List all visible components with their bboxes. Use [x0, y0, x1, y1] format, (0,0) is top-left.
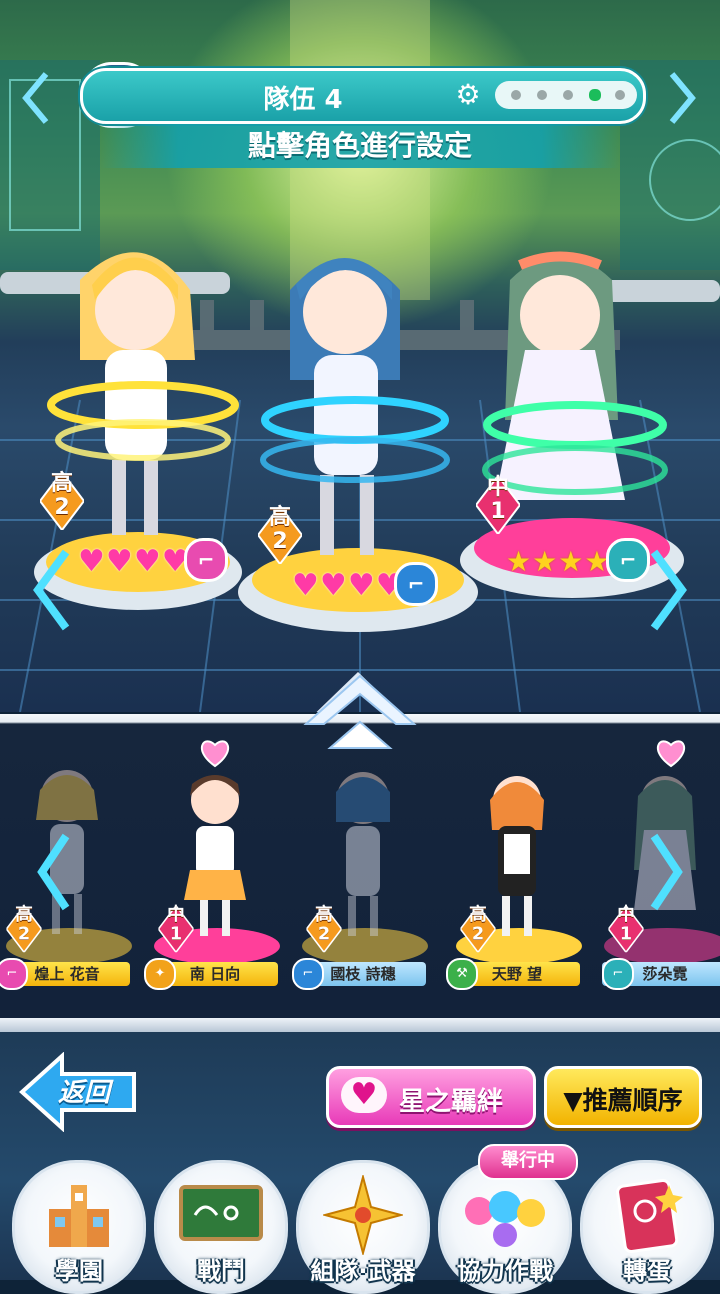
rank-label: 高 [315, 905, 333, 925]
gear-icon[interactable]: ⚙ [453, 80, 483, 110]
rank-label: 高 [50, 471, 73, 496]
rating-hearts: ♥ ♥ ♥ ♥ [78, 546, 189, 578]
party-slot-2[interactable]: 高 2 ♥ ♥ ♥ ♥ ⌐ [256, 240, 466, 620]
handgun-icon[interactable]: ⌐ [606, 538, 650, 582]
team-next-arrow-icon[interactable] [668, 70, 696, 126]
page-dot-2[interactable] [537, 90, 547, 100]
nav-gacha[interactable]: 轉蛋 [580, 1160, 714, 1294]
gacha-card-icon [616, 1178, 683, 1253]
wand-icon: ✦ [144, 958, 176, 990]
rank-level: 2 [272, 529, 288, 554]
rank-label: 中 [167, 905, 185, 925]
roster-card-1[interactable]: 高 2 煌上 花音 ⌐ [0, 740, 142, 990]
nav-school[interactable]: 學園 [12, 1160, 146, 1294]
co-op-balloons-icon [465, 1191, 545, 1247]
rank-badge: 中 1 [476, 476, 520, 534]
nav-team-weapon-label: 組隊·武器 [310, 1257, 416, 1285]
rank-badge: 高 2 [6, 905, 42, 953]
team-header-bar: 隊伍 4 ⚙ [80, 68, 646, 124]
heart-planet-icon: ♥ [341, 1077, 387, 1113]
rank-badge: 中 1 [158, 905, 194, 953]
heart-icon: ♥ [319, 568, 347, 603]
heart-icon: ♥ [133, 544, 161, 579]
rank-level: 1 [619, 924, 633, 945]
rank-badge: 高 2 [460, 905, 496, 953]
rank-label: 中 [486, 475, 509, 500]
sniper-icon[interactable]: ⌐ [184, 538, 228, 582]
nav-battle-label: 戰鬥 [197, 1257, 245, 1285]
handgun-icon[interactable]: ⌐ [394, 562, 438, 606]
roster-card-2[interactable]: 中 1 南 日向 ✦ [144, 740, 290, 990]
divider [0, 1018, 720, 1032]
star-icon: ★ [558, 545, 584, 578]
chalkboard-icon [179, 1185, 263, 1241]
nav-battle[interactable]: 戰鬥 [154, 1160, 288, 1294]
roster-card-4[interactable]: 高 2 天野 望 ⚒ [446, 740, 592, 990]
back-label: 返回 [58, 1078, 111, 1108]
heart-icon: ♥ [292, 568, 319, 603]
heart-icon: ♥ [78, 544, 105, 579]
rating-hearts: ♥ ♥ ♥ ♥ [292, 570, 403, 602]
rank-level: 1 [169, 924, 183, 945]
rank-level: 1 [490, 499, 506, 524]
roster-card-3[interactable]: 高 2 國枝 詩穗 ⌐ [292, 740, 438, 990]
star-icon: ★ [506, 545, 532, 578]
page-dot-3[interactable] [563, 90, 573, 100]
rank-badge: 中 1 [608, 905, 644, 953]
back-button[interactable]: 返回 [18, 1052, 140, 1132]
star-icon: ★ [532, 545, 558, 578]
roster-next-arrow-icon[interactable] [648, 832, 684, 912]
page-dot-4-active[interactable] [589, 89, 601, 101]
star-bond-label: 星之羈絆 [399, 1087, 504, 1117]
school-building-icon [49, 1185, 109, 1247]
nav-school-label: 學園 [55, 1257, 103, 1285]
heart-icon: ♥ [347, 568, 375, 603]
rank-label: 中 [617, 905, 635, 925]
nav-coop-label: 協力作戰 [457, 1257, 553, 1285]
hammer-icon: ⚒ [446, 958, 478, 990]
sniper-icon: ⌐ [0, 958, 28, 990]
sort-label: ▼推薦順序 [563, 1086, 683, 1115]
event-ongoing-badge: 舉行中 [478, 1144, 578, 1180]
page-dot-1[interactable] [511, 90, 521, 100]
page-dot-5[interactable] [615, 90, 625, 100]
nav-coop[interactable]: 協力作戰 [438, 1160, 572, 1294]
rank-level: 2 [17, 924, 31, 945]
rank-level: 2 [54, 495, 70, 520]
party-slot-3[interactable]: 中 1 ★ ★ ★ ★ ⌐ [470, 240, 680, 600]
heart-icon: ♥ [105, 544, 133, 579]
rating-stars: ★ ★ ★ ★ [506, 546, 609, 578]
instruction-banner: 點擊角色進行設定 [100, 124, 620, 168]
compass-star-icon [323, 1175, 403, 1255]
rank-badge: 高 2 [40, 472, 84, 530]
rank-badge: 高 2 [258, 506, 302, 564]
sort-button[interactable]: ▼推薦順序 [544, 1066, 702, 1128]
nav-gacha-label: 轉蛋 [623, 1257, 671, 1285]
rank-level: 2 [317, 924, 331, 945]
rank-label: 高 [469, 905, 487, 925]
rank-level: 2 [471, 924, 485, 945]
roster-prev-arrow-icon[interactable] [36, 832, 72, 912]
team-prev-arrow-icon[interactable] [22, 70, 50, 126]
rank-badge: 高 2 [306, 905, 342, 953]
rank-label: 高 [268, 505, 291, 530]
team-page-indicator [495, 81, 637, 109]
party-slot-1[interactable]: 高 2 ♥ ♥ ♥ ♥ ⌐ [40, 240, 240, 600]
handgun-icon: ⌐ [602, 958, 634, 990]
handgun-icon: ⌐ [292, 958, 324, 990]
star-bond-button[interactable]: ♥ 星之羈絆 [326, 1066, 536, 1128]
nav-team-weapon[interactable]: 組隊·武器 [296, 1160, 430, 1294]
